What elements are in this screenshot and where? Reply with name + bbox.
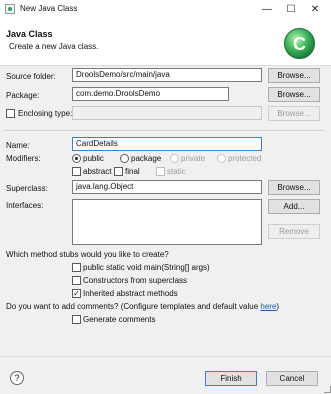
enclosing-type-label: Enclosing type: [18, 109, 73, 118]
eclipse-window-icon [5, 4, 15, 14]
generate-comments-checkbox[interactable] [72, 315, 81, 324]
logo-letter: C [293, 34, 306, 54]
comments-question-end: ) [276, 302, 280, 311]
separator [3, 130, 325, 131]
modifier-protected-radio[interactable] [217, 154, 226, 163]
stub-constructors-label: Constructors from superclass [83, 276, 188, 285]
cancel-button[interactable]: Cancel [266, 371, 318, 386]
close-button[interactable]: ✕ [303, 2, 327, 17]
java-class-wizard-icon: C [282, 26, 317, 61]
stub-inherited-label: Inherited abstract methods [83, 289, 178, 298]
modifier-final-label: final [125, 167, 140, 176]
stub-main-label: public static void main(String[] args) [83, 263, 210, 272]
source-folder-label: Source folder: [6, 72, 56, 81]
modifier-private-label: private [181, 154, 206, 163]
interfaces-add-button[interactable]: Add... [268, 199, 320, 214]
source-folder-field[interactable]: DroolsDemo/src/main/java [72, 68, 262, 82]
stub-inherited-checkbox[interactable]: ✓ [72, 289, 81, 298]
configure-templates-link[interactable]: here [260, 302, 276, 311]
class-name-field[interactable]: CardDetails [72, 137, 262, 151]
source-folder-browse-button[interactable]: Browse... [268, 68, 320, 83]
generate-comments-label: Generate comments [83, 315, 156, 324]
method-stubs-question: Which method stubs would you like to cre… [6, 250, 169, 259]
package-field[interactable]: com.demo.DroolsDemo [72, 87, 229, 101]
interfaces-remove-button[interactable]: Remove [268, 224, 320, 239]
enclosing-type-field[interactable] [72, 106, 262, 120]
package-browse-button[interactable]: Browse... [268, 87, 320, 102]
window-title: New Java Class [20, 4, 78, 13]
comments-question: Do you want to add comments? (Configure … [6, 302, 279, 311]
modifier-static-checkbox[interactable] [156, 167, 165, 176]
interfaces-label: Interfaces: [6, 201, 44, 210]
name-label: Name: [6, 141, 30, 150]
package-label: Package: [6, 91, 40, 100]
modifier-private-radio[interactable] [170, 154, 179, 163]
maximize-button[interactable]: ☐ [279, 2, 303, 17]
page-title: Java Class [6, 29, 53, 39]
stub-main-checkbox[interactable] [72, 263, 81, 272]
superclass-field[interactable]: java.lang.Object [72, 180, 262, 194]
modifier-abstract-label: abstract [83, 167, 112, 176]
finish-button[interactable]: Finish [205, 371, 257, 386]
help-icon[interactable]: ? [10, 371, 24, 385]
modifier-static-label: static [167, 167, 186, 176]
modifier-public-label: public [83, 154, 104, 163]
modifier-package-label: package [131, 154, 162, 163]
comments-question-text: Do you want to add comments? (Configure … [6, 302, 261, 311]
modifier-abstract-checkbox[interactable] [72, 167, 81, 176]
modifier-public-radio[interactable] [72, 154, 81, 163]
modifier-package-radio[interactable] [120, 154, 129, 163]
modifier-protected-label: protected [228, 154, 262, 163]
interfaces-list[interactable] [72, 199, 262, 245]
enclosing-type-checkbox[interactable] [6, 109, 15, 118]
stub-constructors-checkbox[interactable] [72, 276, 81, 285]
enclosing-type-browse-button[interactable]: Browse... [268, 106, 320, 121]
superclass-label: Superclass: [6, 184, 48, 193]
resize-grip-icon[interactable] [324, 386, 331, 393]
superclass-browse-button[interactable]: Browse... [268, 180, 320, 195]
minimize-button[interactable]: — [255, 2, 279, 17]
page-description: Create a new Java class. [9, 42, 99, 51]
modifier-final-checkbox[interactable] [114, 167, 123, 176]
modifiers-label: Modifiers: [6, 154, 41, 163]
